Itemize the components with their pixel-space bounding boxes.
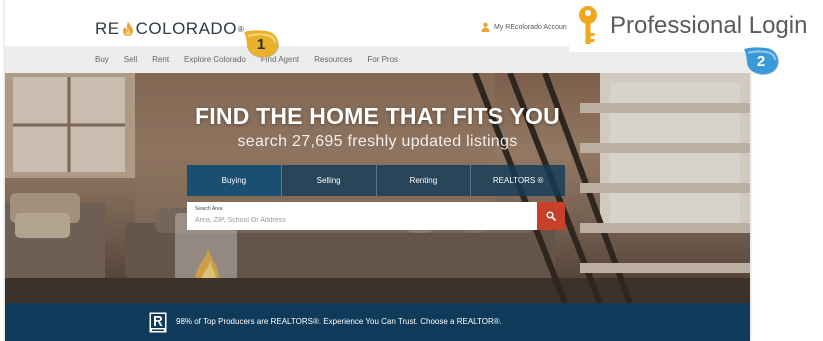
search-tabs: Buying Selling Renting REALTORS ® bbox=[187, 165, 565, 196]
hero-headline: FIND THE HOME THAT FITS YOU bbox=[195, 103, 560, 129]
nav-item-buy[interactable]: Buy bbox=[95, 55, 109, 64]
tab-selling[interactable]: Selling bbox=[281, 165, 377, 196]
nav-item-for-pros[interactable]: For Pros bbox=[367, 55, 398, 64]
person-icon bbox=[481, 22, 490, 32]
logo-text-right: COLORADO bbox=[135, 19, 237, 38]
tab-buying[interactable]: Buying bbox=[187, 165, 282, 196]
search-area-label: Search Area bbox=[195, 206, 223, 212]
hero-subline: search 27,695 freshly updated listings bbox=[237, 133, 518, 150]
search-input[interactable] bbox=[195, 214, 525, 226]
professional-login-label[interactable]: Professional Login bbox=[610, 12, 807, 40]
key-icon bbox=[579, 6, 597, 44]
nav-item-explore-colorado[interactable]: Explore Colorado bbox=[184, 55, 246, 64]
realtor-r-icon bbox=[149, 312, 167, 333]
nav-item-rent[interactable]: Rent bbox=[152, 55, 169, 64]
step-badge-1: 1 bbox=[242, 28, 280, 60]
logo-text-left: RE bbox=[95, 19, 120, 38]
search-button[interactable] bbox=[537, 202, 565, 230]
nav-item-sell[interactable]: Sell bbox=[124, 55, 137, 64]
recolorado-logo[interactable]: RE COLORADO ® bbox=[95, 19, 244, 39]
step-badge-2: 2 bbox=[742, 45, 780, 77]
tab-renting[interactable]: Renting bbox=[376, 165, 472, 196]
realtor-promo-text: 98% of Top Producers are REALTORS®. Expe… bbox=[176, 317, 502, 326]
hero-section: FIND THE HOME THAT FITS YOU search 27,69… bbox=[5, 73, 750, 303]
badge-number-2: 2 bbox=[756, 52, 766, 70]
search-box: Search Area bbox=[187, 202, 537, 230]
search-icon bbox=[546, 211, 556, 221]
realtor-promo-band: 98% of Top Producers are REALTORS®. Expe… bbox=[5, 303, 750, 341]
badge-number-1: 1 bbox=[256, 35, 266, 53]
my-account-link[interactable]: My REcolorado Accoun bbox=[481, 22, 567, 32]
nav-item-resources[interactable]: Resources bbox=[314, 55, 352, 64]
tab-realtors[interactable]: REALTORS ® bbox=[471, 165, 565, 196]
my-account-label: My REcolorado Accoun bbox=[494, 23, 567, 31]
flame-icon bbox=[122, 22, 133, 36]
